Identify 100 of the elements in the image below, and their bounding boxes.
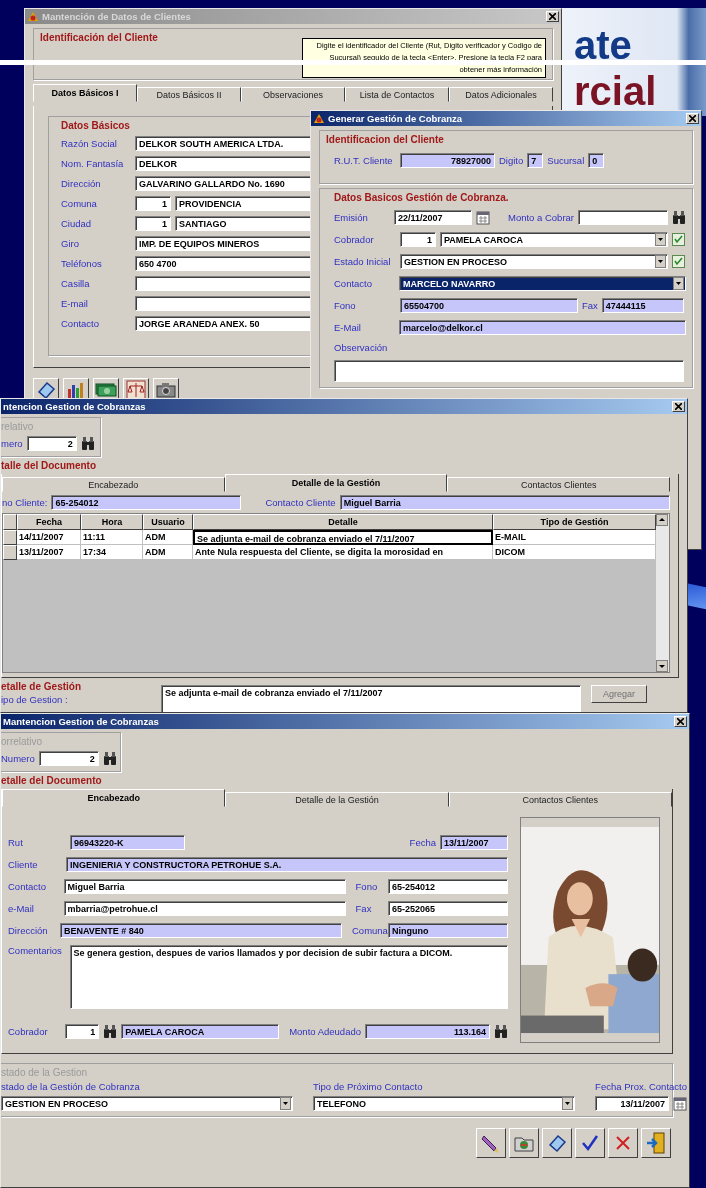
close-button[interactable] — [672, 401, 685, 412]
tab[interactable]: Contactos Clientes — [447, 477, 670, 492]
tab[interactable]: Datos Básicos II — [137, 87, 241, 102]
window-title: Generar Gestión de Cobranza — [328, 113, 464, 124]
text-field[interactable]: DELKOR SOUTH AMERICA LTDA. — [135, 136, 312, 151]
tab[interactable]: Encabezado — [2, 477, 225, 492]
dropdown[interactable]: PAMELA CAROCA — [440, 232, 668, 247]
binoculars-icon[interactable] — [80, 437, 95, 450]
text-field[interactable]: 13/11/2007 — [595, 1096, 669, 1111]
text-field[interactable]: Miguel Barria — [339, 495, 670, 510]
tab[interactable]: Datos Adicionales — [449, 87, 553, 102]
dropdown[interactable]: GESTION EN PROCESO — [400, 254, 668, 269]
cancel-button[interactable] — [608, 1128, 638, 1158]
binoculars-icon[interactable] — [103, 1025, 118, 1038]
dropdown[interactable]: TELEFONO — [313, 1096, 575, 1111]
text-field[interactable]: DELKOR — [135, 156, 312, 171]
calendar-icon[interactable] — [476, 210, 490, 225]
text-field[interactable]: Miguel Barria — [63, 879, 346, 894]
text-field[interactable]: GALVARINO GALLARDO No. 1690 — [135, 176, 312, 191]
close-button[interactable] — [674, 716, 687, 727]
text-field[interactable]: IMP. DE EQUIPOS MINEROS — [135, 236, 312, 251]
text-field[interactable]: 0 — [588, 153, 605, 168]
text-field[interactable]: 1 — [135, 216, 171, 231]
close-button[interactable] — [686, 113, 699, 124]
clear-button[interactable] — [542, 1128, 572, 1158]
text-field[interactable]: PROVIDENCIA — [175, 196, 312, 211]
text-field[interactable]: 113.164 — [365, 1024, 490, 1039]
text-field[interactable]: INGENIERIA Y CONSTRUCTORA PETROHUE S.A. — [66, 857, 508, 872]
text-field[interactable]: 1 — [135, 196, 171, 211]
field-label: no Cliente: — [2, 497, 48, 508]
text-field[interactable]: 65-254012 — [388, 879, 508, 894]
toolbar-button[interactable] — [33, 378, 59, 399]
tab[interactable]: Detalle de la Gestión — [224, 474, 448, 492]
binoculars-icon[interactable] — [494, 1025, 508, 1038]
close-button[interactable] — [546, 11, 559, 22]
close-icon — [675, 403, 682, 410]
field-label: Contacto — [61, 318, 101, 329]
scroll-down-icon[interactable] — [656, 660, 668, 672]
column-header: Fecha — [17, 514, 81, 530]
group-title: Identificacion del Cliente — [326, 134, 444, 145]
dropdown[interactable]: GESTION EN PROCESO — [1, 1096, 293, 1111]
tab[interactable]: Encabezado — [2, 789, 226, 807]
text-field[interactable]: BENAVENTE # 840 — [60, 923, 342, 938]
text-field[interactable]: 1 — [400, 232, 436, 247]
exit-button[interactable] — [641, 1128, 671, 1158]
heading-text: rcial — [574, 68, 657, 114]
edit-button[interactable] — [476, 1128, 506, 1158]
check-square-icon[interactable] — [672, 255, 685, 268]
text-area[interactable] — [334, 360, 684, 382]
text-field[interactable]: 65-254012 — [51, 495, 242, 510]
text-area[interactable]: Se adjunta e-mail de cobranza enviado el 7/11/2007 — [161, 685, 581, 712]
group-title: etalle del Documento — [1, 775, 102, 786]
binoculars-icon[interactable] — [672, 211, 686, 224]
text-field[interactable]: 1 — [65, 1024, 100, 1039]
column-header: Tipo de Gestión — [493, 514, 656, 530]
calendar-icon[interactable] — [673, 1096, 687, 1111]
toolbar-button[interactable] — [93, 378, 119, 399]
text-field[interactable]: 2 — [38, 751, 99, 766]
text-field[interactable] — [135, 296, 312, 311]
tab[interactable]: Datos Básicos I — [33, 84, 137, 102]
toolbar-button[interactable] — [63, 378, 89, 399]
text-field[interactable]: 47444115 — [601, 298, 684, 313]
text-field[interactable]: 65-252065 — [388, 901, 508, 916]
tab[interactable]: Observaciones — [241, 87, 345, 102]
toolbar-button[interactable] — [123, 378, 149, 399]
text-field[interactable]: Ninguno — [388, 923, 508, 938]
scroll-up-icon[interactable] — [656, 514, 668, 526]
text-field[interactable]: 650 4700 — [135, 256, 312, 271]
tab[interactable]: Lista de Contactos — [345, 87, 449, 102]
text-field[interactable]: 78927000 — [400, 153, 495, 168]
scales-icon — [126, 380, 146, 399]
bar-chart-icon — [66, 380, 86, 399]
text-area[interactable]: Se genera gestion, despues de varios llamados y por decision de subir factura a DICOM. — [69, 945, 508, 1009]
text-field[interactable]: 65504700 — [400, 298, 578, 313]
dropdown[interactable]: MARCELO NAVARRO — [399, 276, 686, 291]
text-field[interactable]: 13/11/2007 — [440, 835, 508, 850]
text-field[interactable]: 96943220-K — [70, 835, 185, 850]
field-label: Monto Adeudado — [289, 1026, 361, 1037]
tab[interactable]: Contactos Clientes — [448, 792, 672, 807]
accept-button[interactable] — [575, 1128, 605, 1158]
toolbar-button[interactable] — [153, 378, 179, 399]
table-cell: DICOM — [493, 545, 656, 560]
text-field[interactable]: SANTIAGO — [175, 216, 312, 231]
field-label: Emisión — [334, 212, 369, 223]
text-field[interactable]: JORGE ARANEDA ANEX. 50 — [135, 316, 312, 331]
text-field[interactable]: PAMELA CAROCA — [121, 1024, 280, 1039]
text-field[interactable] — [578, 210, 668, 225]
text-field[interactable]: mbarria@petrohue.cl — [63, 901, 346, 916]
check-square-icon[interactable] — [672, 233, 685, 246]
open-button[interactable] — [509, 1128, 539, 1158]
group-title: Datos Basicos Gestión de Cobranza. — [334, 192, 509, 203]
text-field[interactable]: 22/11/2007 — [394, 210, 472, 225]
text-field[interactable]: 7 — [527, 153, 544, 168]
field-label: Rut — [8, 837, 24, 848]
field-label: Cliente — [8, 859, 39, 870]
text-field[interactable]: 2 — [26, 436, 77, 451]
text-field[interactable]: marcelo@delkor.cl — [399, 320, 686, 335]
tab[interactable]: Detalle de la Gestión — [225, 792, 449, 807]
text-field[interactable] — [135, 276, 312, 291]
binoculars-icon[interactable] — [102, 752, 117, 765]
